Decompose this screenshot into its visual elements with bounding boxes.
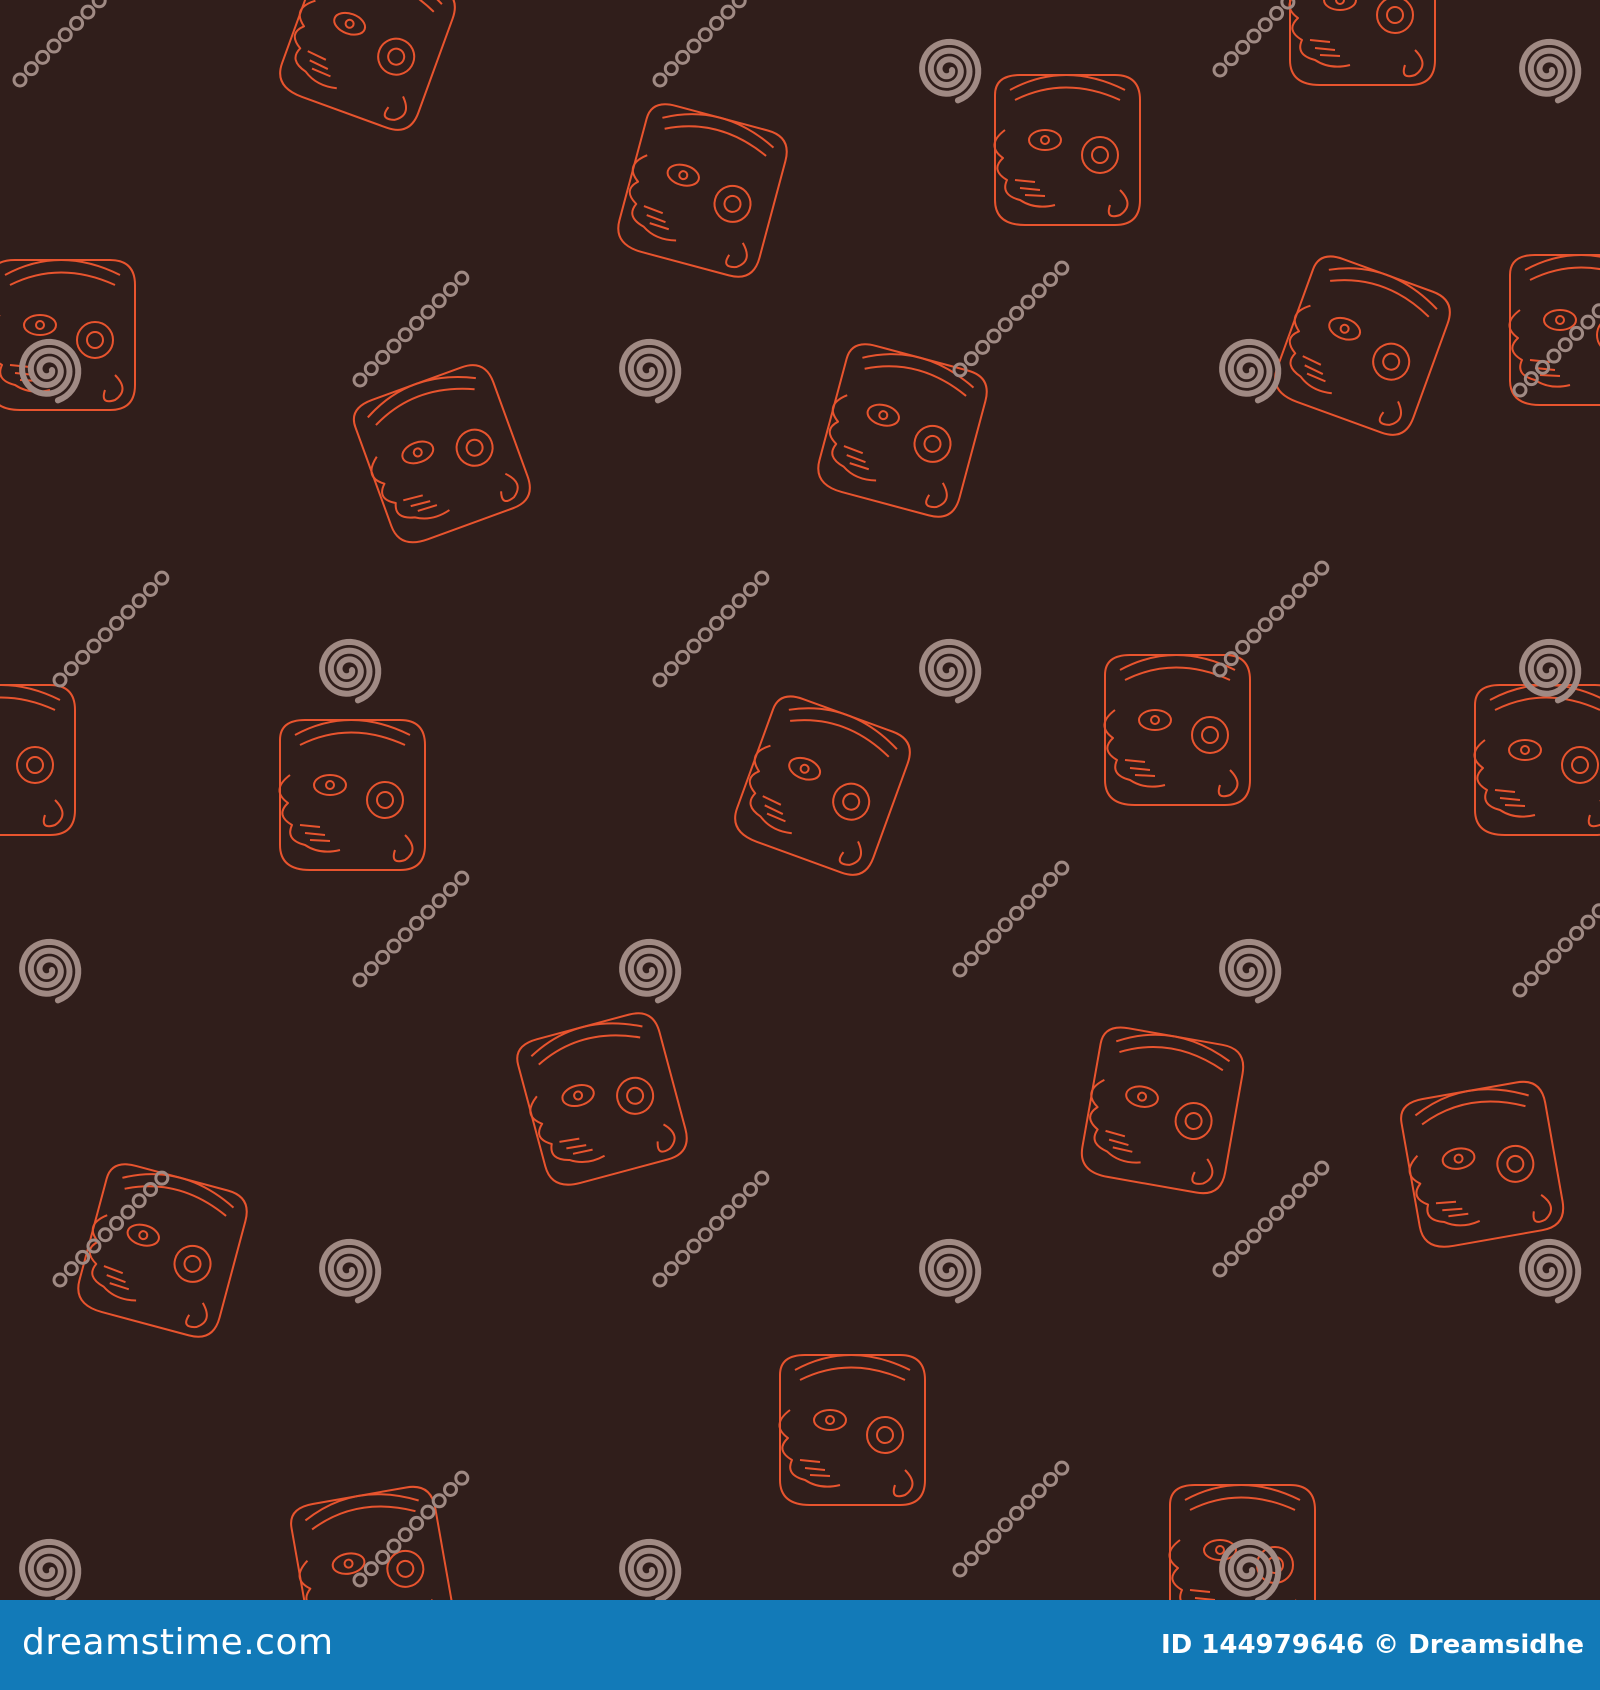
stock-image: dreamstime.com ID 144979646 © Dreamsidhe (0, 0, 1600, 1690)
footer-image-credit: ID 144979646 © Dreamsidhe (1160, 1630, 1584, 1660)
spiral-logo-icon (1219, 1538, 1282, 1600)
watermark-footer-bar: dreamstime.com ID 144979646 © Dreamsidhe (0, 1600, 1600, 1690)
pattern-background (0, 0, 1600, 1600)
spiral-logo-icon (619, 1538, 682, 1600)
footer-site-name: dreamstime.com (22, 1622, 334, 1663)
maya-glyph-pattern (0, 0, 1600, 1600)
spiral-logo-icon (19, 1538, 82, 1600)
